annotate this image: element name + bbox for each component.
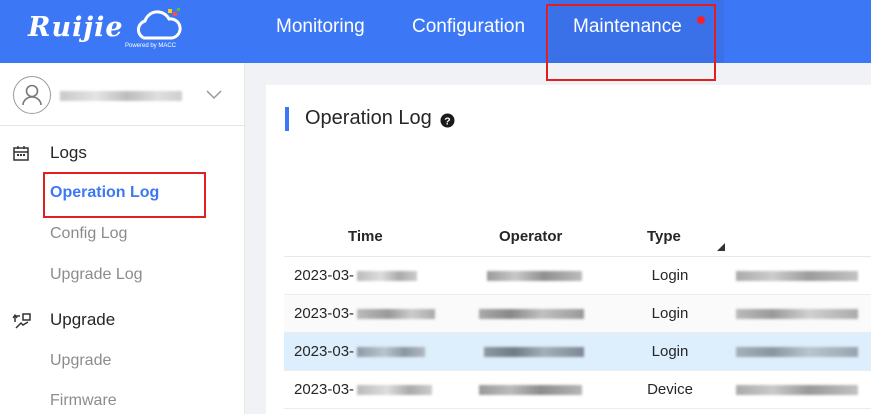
svg-text:?: ? xyxy=(444,115,450,127)
column-header-time[interactable]: Time xyxy=(348,228,383,245)
column-resize-icon[interactable] xyxy=(717,243,725,251)
column-header-operator[interactable]: Operator xyxy=(499,228,562,245)
brand-name: Ruijie xyxy=(28,12,124,43)
cell-type: Login xyxy=(651,267,689,284)
sidebar-group-label: Upgrade xyxy=(50,310,116,329)
sidebar-group-logs[interactable]: Logs xyxy=(0,138,245,168)
calendar-icon xyxy=(13,146,29,161)
nav-monitoring[interactable]: Monitoring xyxy=(276,16,365,38)
table-row-selected[interactable]: 2023-03- Login xyxy=(284,333,871,371)
user-icon xyxy=(22,84,42,106)
user-menu[interactable] xyxy=(0,63,245,126)
avatar xyxy=(13,76,51,114)
cell-operator-redacted xyxy=(479,385,582,395)
table-row[interactable]: 2023-03- Device xyxy=(284,371,871,409)
cell-time-redacted xyxy=(357,385,432,395)
top-navigation-bar: Ruijie Powered by MACC Monitoring Config… xyxy=(0,0,871,63)
cell-type: Device xyxy=(647,381,693,398)
sidebar-group-upgrade[interactable]: Upgrade xyxy=(0,305,245,335)
sidebar-item-upgrade[interactable]: Upgrade xyxy=(50,352,111,370)
table-row[interactable]: 2023-03- Login xyxy=(284,257,871,295)
title-accent-bar xyxy=(285,107,289,131)
cell-time: 2023-03- xyxy=(294,381,355,398)
cell-operator-redacted xyxy=(484,347,584,357)
sidebar-item-upgrade-log[interactable]: Upgrade Log xyxy=(50,266,143,284)
table-header: Time Operator Type xyxy=(284,217,871,257)
table-row[interactable]: 2023-03- Login xyxy=(284,295,871,333)
cell-details-redacted xyxy=(736,309,858,319)
sidebar-item-config-log[interactable]: Config Log xyxy=(50,225,127,243)
cell-type: Login xyxy=(651,343,689,360)
main-panel: Operation Log ? Time Operator Type 2023-… xyxy=(266,85,871,414)
sidebar-item-firmware[interactable]: Firmware xyxy=(50,392,117,410)
cell-type: Login xyxy=(651,305,689,322)
nav-configuration[interactable]: Configuration xyxy=(412,16,525,38)
upgrade-icon xyxy=(12,313,31,329)
highlight-box-maintenance xyxy=(546,4,716,81)
cell-time: 2023-03- xyxy=(294,305,355,322)
cell-time: 2023-03- xyxy=(294,343,355,360)
brand-logo[interactable]: Ruijie Powered by MACC xyxy=(28,6,198,56)
cell-time: 2023-03- xyxy=(294,267,355,284)
cell-time-redacted xyxy=(357,309,435,319)
column-header-type[interactable]: Type xyxy=(647,228,681,245)
page-title: Operation Log xyxy=(305,107,432,129)
cell-details-redacted xyxy=(736,271,858,281)
cell-operator-redacted xyxy=(487,271,582,281)
cell-details-redacted xyxy=(736,347,858,357)
cell-details-redacted xyxy=(736,385,858,395)
highlight-box-operation-log xyxy=(43,172,206,218)
cell-time-redacted xyxy=(357,347,425,357)
sidebar-group-label: Logs xyxy=(50,143,87,162)
chevron-down-icon[interactable] xyxy=(205,88,223,100)
brand-tagline: Powered by MACC xyxy=(125,43,177,49)
cell-operator-redacted xyxy=(479,309,584,319)
username-redacted xyxy=(60,91,182,101)
sidebar: Logs Operation Log Config Log Upgrade Lo… xyxy=(0,63,245,414)
cell-time-redacted xyxy=(357,271,417,281)
help-icon[interactable]: ? xyxy=(440,113,455,128)
cloud-icon xyxy=(136,8,182,40)
